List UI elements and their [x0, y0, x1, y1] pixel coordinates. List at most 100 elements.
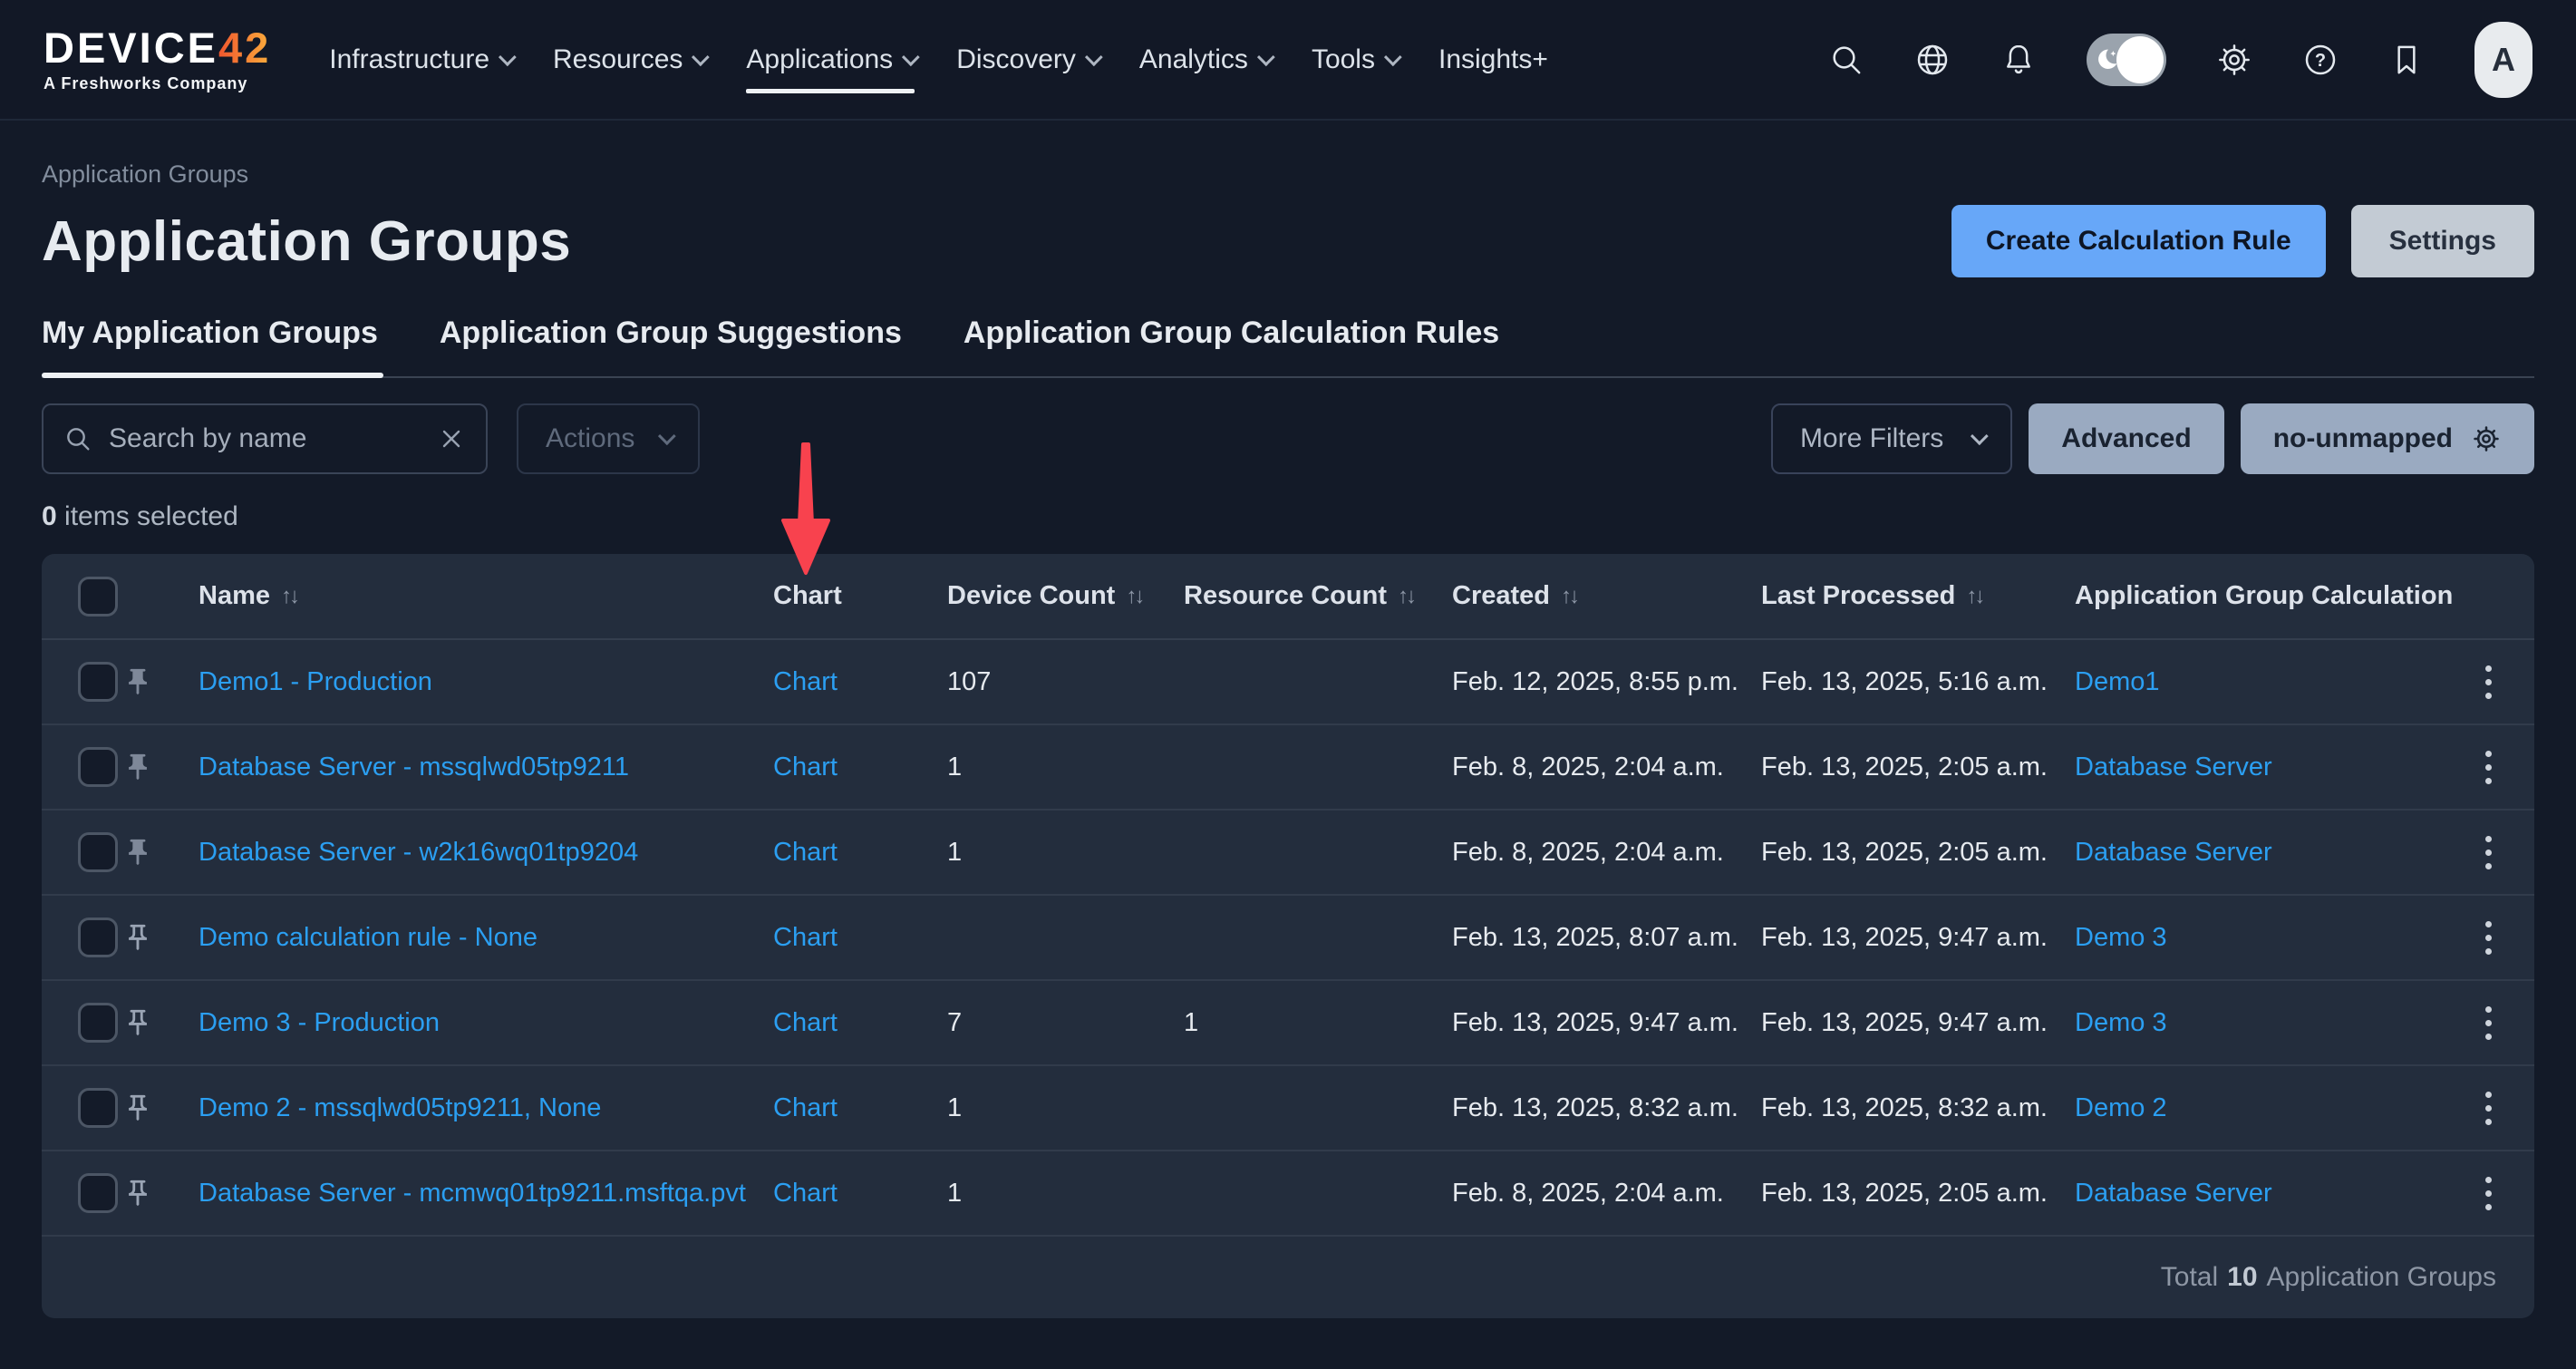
row-menu-icon[interactable] [2465, 1000, 2511, 1045]
created-date: Feb. 8, 2025, 2:04 a.m. [1452, 838, 1761, 868]
logo-wordmark: DEVICE42 [44, 25, 271, 71]
nav-infrastructure[interactable]: Infrastructure [329, 32, 511, 88]
group-name-link[interactable]: Database Server - mssqlwd05tp9211 [199, 752, 629, 782]
chart-link[interactable]: Chart [773, 923, 838, 952]
clear-search-icon[interactable] [437, 424, 466, 453]
chart-link[interactable]: Chart [773, 1179, 838, 1208]
column-header-calculation-rule: Application Group Calculation Ru [2075, 581, 2453, 611]
selection-status: 0 items selected [42, 501, 2534, 532]
globe-icon[interactable] [1914, 42, 1951, 78]
topbar-actions: ? A [1828, 22, 2532, 98]
group-name-link[interactable]: Demo 3 - Production [199, 1008, 440, 1037]
chart-link[interactable]: Chart [773, 752, 838, 782]
last-processed-date: Feb. 13, 2025, 8:32 a.m. [1761, 1093, 2075, 1123]
bell-icon[interactable] [2000, 42, 2037, 78]
more-filters-dropdown[interactable]: More Filters [1771, 403, 2012, 474]
create-calculation-rule-button[interactable]: Create Calculation Rule [1951, 205, 2326, 277]
pin-icon[interactable] [121, 1006, 154, 1039]
pin-icon[interactable] [121, 665, 154, 698]
row-checkbox[interactable] [78, 832, 118, 872]
group-name-link[interactable]: Demo calculation rule - None [199, 923, 537, 952]
actions-dropdown[interactable]: Actions [517, 403, 700, 474]
calculation-rule-link[interactable]: Database Server [2075, 1179, 2272, 1208]
sort-icon: ↑↓ [281, 584, 297, 609]
chevron-down-icon [1384, 48, 1402, 66]
group-name-link[interactable]: Demo 2 - mssqlwd05tp9211, None [199, 1093, 601, 1122]
pin-icon[interactable] [121, 836, 154, 869]
dark-mode-toggle[interactable] [2087, 34, 2166, 86]
chart-link[interactable]: Chart [773, 838, 838, 867]
row-checkbox[interactable] [78, 747, 118, 787]
tab-my-application-groups[interactable]: My Application Groups [42, 316, 383, 376]
group-name-link[interactable]: Database Server - mcmwq01tp9211.msftqa.p… [199, 1179, 746, 1208]
row-checkbox[interactable] [78, 1173, 118, 1213]
pin-icon[interactable] [121, 1177, 154, 1209]
table-footer: Total 10 Application Groups [42, 1237, 2534, 1318]
row-menu-icon[interactable] [2465, 915, 2511, 960]
saved-filter-button[interactable]: no-unmapped [2241, 403, 2534, 474]
search-icon[interactable] [1828, 42, 1864, 78]
calculation-rule-link[interactable]: Demo 2 [2075, 1093, 2167, 1122]
chart-link[interactable]: Chart [773, 667, 838, 696]
table-row: Database Server - mcmwq01tp9211.msftqa.p… [42, 1151, 2534, 1237]
tab-application-group-calculation-rules[interactable]: Application Group Calculation Rules [964, 316, 1505, 376]
bookmark-icon[interactable] [2388, 42, 2425, 78]
help-icon[interactable]: ? [2302, 42, 2339, 78]
search-input[interactable] [109, 423, 421, 454]
pin-icon[interactable] [121, 751, 154, 783]
last-processed-date: Feb. 13, 2025, 9:47 a.m. [1761, 1008, 2075, 1038]
nav-analytics[interactable]: Analytics [1139, 32, 1270, 88]
row-menu-icon[interactable] [2465, 1170, 2511, 1216]
nav-tools[interactable]: Tools [1312, 32, 1397, 88]
calculation-rule-link[interactable]: Demo1 [2075, 667, 2160, 696]
column-header-resource-count[interactable]: Resource Count↑↓ [1184, 581, 1452, 611]
calculation-rule-link[interactable]: Database Server [2075, 838, 2272, 867]
nav-discovery[interactable]: Discovery [956, 32, 1098, 88]
calculation-rule-link[interactable]: Database Server [2075, 752, 2272, 782]
advanced-button[interactable]: Advanced [2029, 403, 2223, 474]
nav-insights[interactable]: Insights+ [1438, 32, 1548, 88]
tab-application-group-suggestions[interactable]: Application Group Suggestions [440, 316, 907, 376]
column-header-chart: Chart [773, 581, 947, 611]
chart-link[interactable]: Chart [773, 1008, 838, 1037]
logo-text: DEVICE [44, 24, 218, 72]
user-avatar[interactable]: A [2474, 22, 2532, 98]
pin-icon[interactable] [121, 1092, 154, 1124]
device-count: 1 [947, 1179, 1184, 1209]
chevron-down-icon [658, 427, 676, 445]
select-all-checkbox[interactable] [78, 577, 118, 617]
group-name-link[interactable]: Demo1 - Production [199, 667, 432, 696]
calculation-rule-link[interactable]: Demo 3 [2075, 1008, 2167, 1037]
device42-logo[interactable]: DEVICE42 A Freshworks Company [44, 25, 271, 93]
created-date: Feb. 13, 2025, 9:47 a.m. [1452, 1008, 1761, 1038]
column-header-name[interactable]: Name↑↓ [179, 581, 773, 611]
row-menu-icon[interactable] [2465, 1085, 2511, 1131]
settings-button[interactable]: Settings [2351, 205, 2534, 277]
row-checkbox[interactable] [78, 662, 118, 702]
row-menu-icon[interactable] [2465, 830, 2511, 875]
group-name-link[interactable]: Database Server - w2k16wq01tp9204 [199, 838, 638, 867]
column-header-created[interactable]: Created↑↓ [1452, 581, 1761, 611]
row-menu-icon[interactable] [2465, 659, 2511, 704]
nav-applications[interactable]: Applications [746, 32, 915, 88]
application-groups-table: Name↑↓ Chart Device Count↑↓ Resource Cou… [42, 554, 2534, 1318]
chart-link[interactable]: Chart [773, 1093, 838, 1122]
table-row: Database Server - w2k16wq01tp9204 Chart … [42, 811, 2534, 896]
gear-icon[interactable] [2216, 42, 2252, 78]
pin-icon[interactable] [121, 921, 154, 954]
search-box [42, 403, 488, 474]
resource-count: 1 [1184, 1008, 1452, 1038]
calculation-rule-link[interactable]: Demo 3 [2075, 923, 2167, 952]
search-icon [63, 424, 92, 453]
row-checkbox[interactable] [78, 1003, 118, 1043]
main-nav: Infrastructure Resources Applications Di… [329, 32, 1548, 88]
column-header-last-processed[interactable]: Last Processed↑↓ [1761, 581, 2075, 611]
row-menu-icon[interactable] [2465, 744, 2511, 790]
row-checkbox[interactable] [78, 918, 118, 957]
logo-tagline: A Freshworks Company [44, 74, 271, 93]
column-header-device-count[interactable]: Device Count↑↓ [947, 581, 1184, 611]
nav-resources[interactable]: Resources [553, 32, 704, 88]
table-header-row: Name↑↓ Chart Device Count↑↓ Resource Cou… [42, 554, 2534, 640]
row-checkbox[interactable] [78, 1088, 118, 1128]
sort-icon: ↑↓ [1966, 584, 1982, 609]
